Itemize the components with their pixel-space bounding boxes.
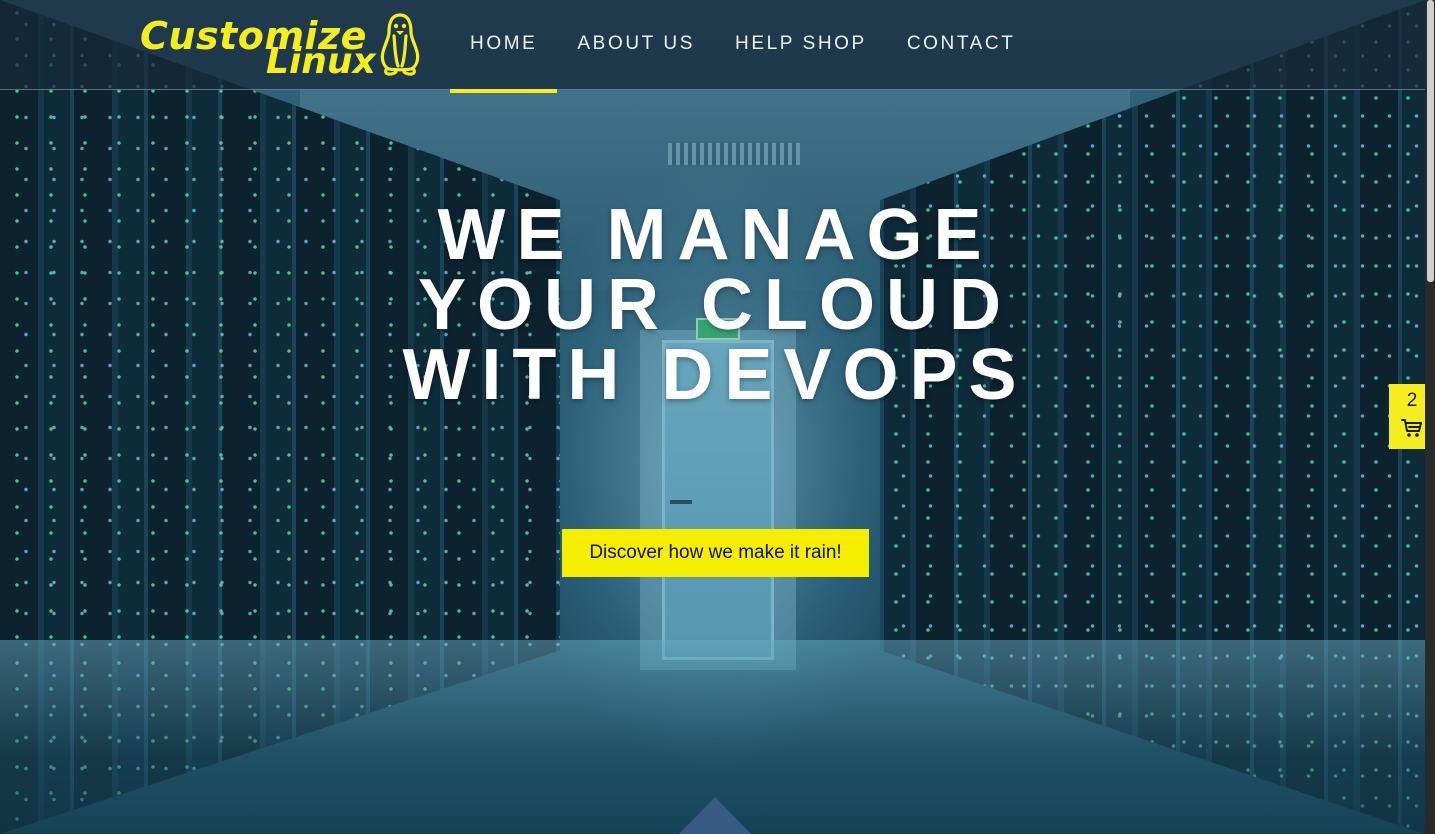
site-logo[interactable]: Customize Linux bbox=[140, 10, 425, 82]
top-navbar: Customize Linux HOME ABOUT US HELP SHOP … bbox=[0, 0, 1425, 93]
nav-item-help-shop[interactable]: HELP SHOP bbox=[715, 0, 887, 90]
discover-cta-button[interactable]: Discover how we make it rain! bbox=[562, 529, 869, 577]
headline-line-2: YOUR CLOUD bbox=[418, 265, 1012, 345]
hero-section: WE MANAGE YOUR CLOUD WITH DEVOPS Discove… bbox=[0, 0, 1425, 834]
hero-headline: WE MANAGE YOUR CLOUD WITH DEVOPS bbox=[300, 195, 1130, 415]
nav-item-about-us[interactable]: ABOUT US bbox=[557, 0, 715, 90]
logo-text-linux: Linux bbox=[266, 41, 376, 82]
nav-item-contact[interactable]: CONTACT bbox=[887, 0, 1036, 90]
headline-line-3: WITH DEVOPS bbox=[402, 335, 1028, 415]
scroll-down-arrow-icon[interactable] bbox=[679, 797, 751, 834]
background-tint bbox=[0, 0, 1425, 834]
vertical-scrollbar-thumb[interactable] bbox=[1427, 0, 1434, 282]
headline-line-1: WE MANAGE bbox=[437, 195, 993, 275]
nav-item-home[interactable]: HOME bbox=[450, 0, 558, 93]
main-nav: HOME ABOUT US HELP SHOP CONTACT bbox=[450, 0, 1036, 93]
tux-penguin-icon bbox=[380, 13, 420, 76]
shopping-cart-icon bbox=[1401, 419, 1422, 437]
